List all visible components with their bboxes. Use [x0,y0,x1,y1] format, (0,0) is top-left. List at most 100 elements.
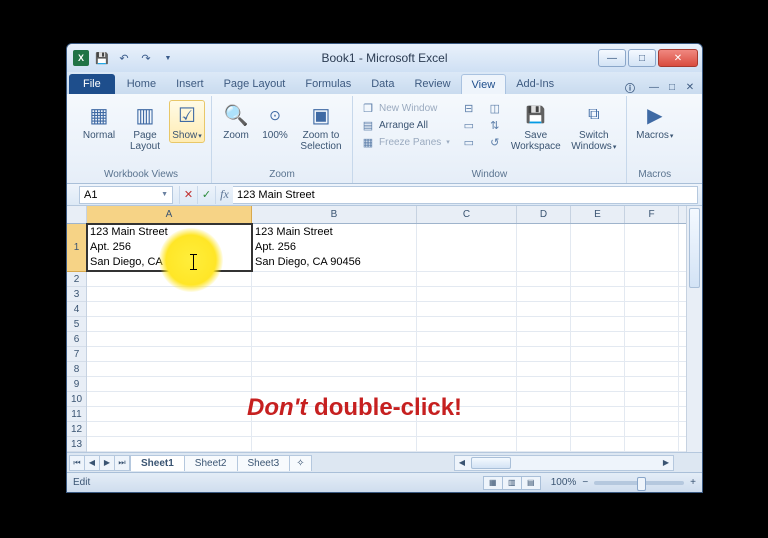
cell-C4[interactable] [417,302,517,316]
cell-E10[interactable] [571,392,625,406]
tab-home[interactable]: Home [117,74,166,94]
normal-view-button[interactable]: ▦ Normal [77,100,121,143]
sheet-tab-3[interactable]: Sheet3 [237,455,291,471]
tab-page-layout[interactable]: Page Layout [214,74,296,94]
select-all-corner[interactable] [67,206,86,224]
horizontal-scrollbar[interactable]: ◀ ▶ [454,455,674,471]
cell-F11[interactable] [625,407,679,421]
row-header-7[interactable]: 7 [67,347,86,362]
cell-B13[interactable] [252,437,417,451]
sync-scroll-button[interactable]: ⇅ [486,117,504,133]
switch-windows-button[interactable]: ⧉ Switch Windows▾ [568,100,620,154]
zoom-percent[interactable]: 100% [551,477,577,488]
freeze-panes-button[interactable]: ▦Freeze Panes▾ [359,134,452,150]
minimize-button[interactable]: — [598,49,626,67]
cell-C3[interactable] [417,287,517,301]
zoom-slider[interactable] [594,481,684,485]
cell-B4[interactable] [252,302,417,316]
cell-F5[interactable] [625,317,679,331]
cell-A2[interactable] [87,272,252,286]
cell-A1[interactable]: 123 Main Street Apt. 256 San Diego, CA 9… [87,224,252,271]
hscroll-left-icon[interactable]: ◀ [455,458,469,467]
tab-formulas[interactable]: Formulas [295,74,361,94]
split-button[interactable]: ⊟ [460,100,478,116]
zoom-button[interactable]: 🔍 Zoom [218,100,254,143]
tab-addins[interactable]: Add-Ins [506,74,564,94]
column-header-D[interactable]: D [517,206,571,223]
reset-pos-button[interactable]: ↺ [486,134,504,150]
column-header-E[interactable]: E [571,206,625,223]
zoom-in-button[interactable]: + [690,477,696,488]
cell-D8[interactable] [517,362,571,376]
cell-D10[interactable] [517,392,571,406]
name-box[interactable]: A1 ▼ [79,186,173,204]
row-header-2[interactable]: 2 [67,272,86,287]
cell-F1[interactable] [625,224,679,271]
save-workspace-button[interactable]: 💾 Save Workspace [508,100,564,154]
cell-B12[interactable] [252,422,417,436]
tab-review[interactable]: Review [404,74,460,94]
cell-B6[interactable] [252,332,417,346]
save-icon[interactable]: 💾 [93,49,111,67]
sheet-tab-1[interactable]: Sheet1 [130,455,185,471]
sheet-tab-2[interactable]: Sheet2 [184,455,238,471]
cell-A6[interactable] [87,332,252,346]
scrollbar-thumb[interactable] [689,208,700,288]
cell-A5[interactable] [87,317,252,331]
excel-icon[interactable]: X [73,50,89,66]
cell-F10[interactable] [625,392,679,406]
cell-D6[interactable] [517,332,571,346]
tab-nav-prev-icon[interactable]: ◀ [84,455,100,471]
cell-B2[interactable] [252,272,417,286]
cell-D2[interactable] [517,272,571,286]
cell-A3[interactable] [87,287,252,301]
row-header-11[interactable]: 11 [67,407,86,422]
help-icon[interactable]: ⓘ [622,80,638,94]
cell-C2[interactable] [417,272,517,286]
macros-button[interactable]: ▶ Macros▾ [633,100,677,143]
mdi-restore-icon[interactable]: □ [664,80,680,94]
tab-insert[interactable]: Insert [166,74,214,94]
tab-nav-last-icon[interactable]: ⏭ [114,455,130,471]
view-pagelayout-icon[interactable]: ▥ [502,476,522,490]
cell-D13[interactable] [517,437,571,451]
row-header-1[interactable]: 1 [67,224,86,272]
cell-A7[interactable] [87,347,252,361]
cell-A8[interactable] [87,362,252,376]
cell-F12[interactable] [625,422,679,436]
file-tab[interactable]: File [69,74,115,94]
cell-B7[interactable] [252,347,417,361]
cell-F9[interactable] [625,377,679,391]
cell-E7[interactable] [571,347,625,361]
row-header-3[interactable]: 3 [67,287,86,302]
cell-F4[interactable] [625,302,679,316]
title-bar[interactable]: X 💾 ↶ ↷ ▼ Book1 - Microsoft Excel — □ ✕ [67,44,702,72]
cancel-edit-button[interactable]: ✕ [179,186,197,204]
row-header-4[interactable]: 4 [67,302,86,317]
cell-A11[interactable] [87,407,252,421]
hscroll-right-icon[interactable]: ▶ [659,458,673,467]
cell-B1[interactable]: 123 Main Street Apt. 256 San Diego, CA 9… [252,224,417,271]
cell-E2[interactable] [571,272,625,286]
tab-data[interactable]: Data [361,74,404,94]
cell-D7[interactable] [517,347,571,361]
column-header-A[interactable]: A [87,206,252,223]
mdi-minimize-icon[interactable]: — [646,80,662,94]
row-header-13[interactable]: 13 [67,437,86,452]
cell-C13[interactable] [417,437,517,451]
tab-view[interactable]: View [461,74,507,94]
cell-C12[interactable] [417,422,517,436]
cell-E4[interactable] [571,302,625,316]
hide-button[interactable]: ▭ [460,117,478,133]
row-header-6[interactable]: 6 [67,332,86,347]
cell-A9[interactable] [87,377,252,391]
name-box-dropdown-icon[interactable]: ▼ [161,191,168,198]
cell-D9[interactable] [517,377,571,391]
cell-E12[interactable] [571,422,625,436]
cell-F7[interactable] [625,347,679,361]
zoom-100-button[interactable]: ⊙ 100% [258,100,292,143]
tab-nav-first-icon[interactable]: ⏮ [69,455,85,471]
cell-E8[interactable] [571,362,625,376]
row-header-9[interactable]: 9 [67,377,86,392]
view-normal-icon[interactable]: ▦ [483,476,503,490]
